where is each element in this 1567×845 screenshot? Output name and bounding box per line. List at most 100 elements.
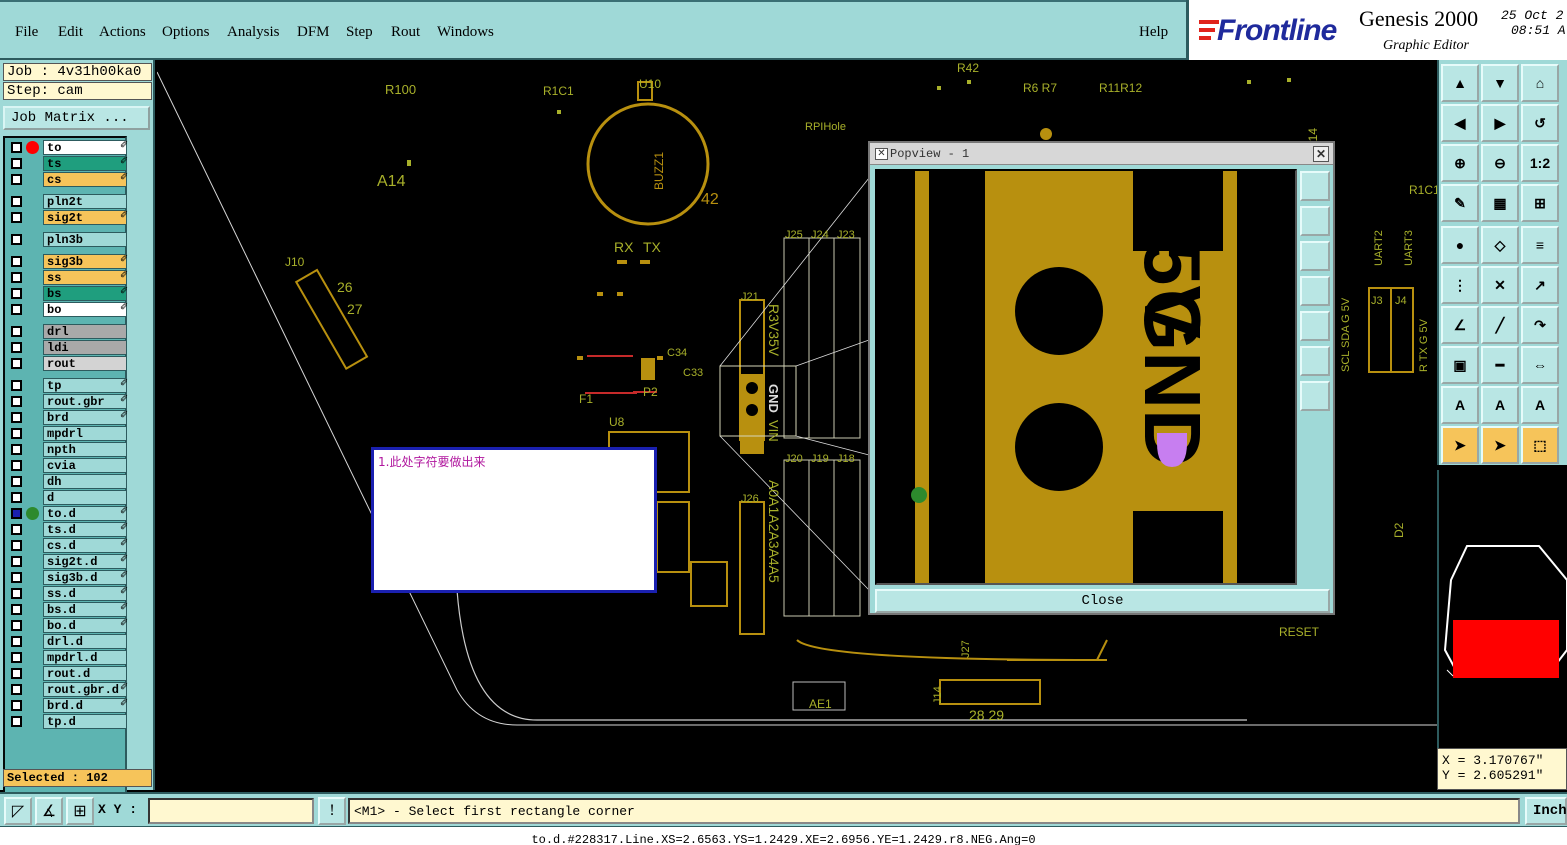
layer-row[interactable]: dh [8, 474, 127, 489]
layer-name[interactable]: bo.d [43, 618, 127, 633]
layer-checkbox[interactable] [11, 524, 22, 535]
units-button[interactable]: Inch [1525, 797, 1567, 825]
layer-checkbox[interactable] [11, 326, 22, 337]
layer-row[interactable]: drl [8, 324, 127, 339]
layer-checkbox[interactable] [11, 234, 22, 245]
draw-line-button[interactable]: ╱ [1481, 306, 1519, 344]
layer-row[interactable]: bo ✐ [8, 302, 128, 317]
layer-checkbox[interactable] [11, 572, 22, 583]
grid-button[interactable]: ▦ [1481, 184, 1519, 222]
layer-edit-icon[interactable]: ✐ [120, 586, 128, 597]
line-button[interactable]: ∠ [1441, 306, 1479, 344]
ruler-button[interactable]: ≡ [1521, 226, 1559, 264]
layer-edit-icon[interactable]: ✐ [120, 618, 128, 629]
pan-right-button[interactable]: ▶ [1481, 104, 1519, 142]
layer-edit-icon[interactable]: ✐ [120, 394, 128, 405]
layer-edit-icon[interactable]: ✐ [120, 254, 128, 265]
layer-checkbox[interactable] [11, 212, 22, 223]
popview-canvas[interactable]: 5V GND 5V [875, 169, 1297, 585]
layer-row[interactable]: brd ✐ [8, 410, 128, 425]
layer-name[interactable]: tp [43, 378, 127, 393]
window-menu-icon[interactable]: ✕ [875, 148, 888, 160]
select-pointer-button[interactable]: ➤ [1441, 426, 1479, 464]
layer-row[interactable]: sig3b.d ✐ [8, 570, 128, 585]
layer-checkbox[interactable] [11, 396, 22, 407]
move-button[interactable]: ↗ [1521, 266, 1559, 304]
layer-name[interactable]: to.d [43, 506, 127, 521]
layer-checkbox[interactable] [11, 684, 22, 695]
popview-zoom-home-button[interactable] [1300, 171, 1330, 201]
layer-checkbox[interactable] [11, 412, 22, 423]
layer-checkbox[interactable] [11, 716, 22, 727]
layer-checkbox[interactable] [11, 620, 22, 631]
menu-edit[interactable]: Edit [58, 24, 83, 41]
layer-row[interactable]: tp.d [8, 714, 127, 729]
layer-row[interactable]: rout.gbr.d ✐ [8, 682, 128, 697]
xy-input[interactable] [148, 798, 314, 824]
layer-checkbox[interactable] [11, 508, 22, 519]
popview-zoom-out-button[interactable] [1300, 381, 1330, 411]
layer-edit-icon[interactable]: ✐ [120, 270, 128, 281]
layer-row[interactable]: bs ✐ [8, 286, 128, 301]
menu-analysis[interactable]: Analysis [227, 24, 280, 41]
pad-select-button[interactable]: ▣ [1441, 346, 1479, 384]
home-view-button[interactable]: ⌂ [1521, 64, 1559, 102]
layer-name[interactable]: npth [43, 442, 127, 457]
layer-name[interactable]: drl.d [43, 634, 127, 649]
layer-row[interactable]: sig2t.d ✐ [8, 554, 128, 569]
layer-edit-icon[interactable]: ✐ [120, 210, 128, 221]
zoom-in-button[interactable]: ⊕ [1441, 144, 1479, 182]
overview-map[interactable] [1437, 470, 1567, 748]
resize-button[interactable]: ⇔ [1521, 346, 1559, 384]
layer-row[interactable]: bs.d ✐ [8, 602, 128, 617]
layer-checkbox[interactable] [11, 288, 22, 299]
menu-help[interactable]: Help [1139, 24, 1168, 41]
layer-row[interactable]: rout.gbr ✐ [8, 394, 128, 409]
layer-row[interactable]: cs.d ✐ [8, 538, 128, 553]
layer-checkbox[interactable] [11, 700, 22, 711]
layer-checkbox[interactable] [11, 668, 22, 679]
layer-name[interactable]: mpdrl [43, 426, 127, 441]
layer-row[interactable]: cs ✐ [8, 172, 128, 187]
layer-row[interactable]: to ✐ [8, 140, 128, 155]
menu-dfm[interactable]: DFM [297, 24, 330, 41]
layer-edit-icon[interactable]: ✐ [120, 410, 128, 421]
layer-edit-icon[interactable]: ✐ [120, 682, 128, 693]
layer-edit-icon[interactable]: ✐ [120, 172, 128, 183]
layer-name[interactable]: sig3b.d [43, 570, 127, 585]
menu-step[interactable]: Step [346, 24, 373, 41]
layer-name[interactable]: sig2t.d [43, 554, 127, 569]
layer-checkbox[interactable] [11, 636, 22, 647]
layer-row[interactable]: mpdrl.d [8, 650, 127, 665]
layer-checkbox[interactable] [11, 604, 22, 615]
layer-row[interactable]: to.d ✐ [8, 506, 128, 521]
annotation-note[interactable]: 1.此处字符要做出来 [371, 447, 657, 593]
layer-name[interactable]: ss.d [43, 586, 127, 601]
job-matrix-button[interactable]: Job Matrix ... [3, 106, 150, 130]
layer-checkbox[interactable] [11, 142, 22, 153]
layer-checkbox[interactable] [11, 588, 22, 599]
layer-checkbox[interactable] [11, 304, 22, 315]
layer-checkbox[interactable] [11, 556, 22, 567]
pan-up-button[interactable]: ▲ [1441, 64, 1479, 102]
pan-left-button[interactable]: ◀ [1441, 104, 1479, 142]
layer-name[interactable]: tp.d [43, 714, 127, 729]
menu-actions[interactable]: Actions [99, 24, 146, 41]
popview-pan-down-button[interactable] [1300, 241, 1330, 271]
layer-name[interactable]: sig2t [43, 210, 127, 225]
layer-row[interactable]: mpdrl [8, 426, 127, 441]
layer-row[interactable]: rout [8, 356, 127, 371]
layer-edit-icon[interactable]: ✐ [120, 570, 128, 581]
layer-checkbox[interactable] [11, 196, 22, 207]
layer-row[interactable]: sig2t ✐ [8, 210, 128, 225]
popview-close-button[interactable]: Close [875, 589, 1330, 613]
layer-name[interactable]: rout.gbr [43, 394, 127, 409]
layer-name[interactable]: rout [43, 356, 127, 371]
layer-row[interactable]: pln3b [8, 232, 127, 247]
layer-row[interactable]: ts.d ✐ [8, 522, 128, 537]
measure-button[interactable]: ✎ [1441, 184, 1479, 222]
layer-edit-icon[interactable]: ✐ [120, 302, 128, 313]
layer-row[interactable]: brd.d ✐ [8, 698, 128, 713]
popview-zoom-in-button[interactable] [1300, 346, 1330, 376]
alert-icon[interactable]: ! [318, 797, 346, 825]
